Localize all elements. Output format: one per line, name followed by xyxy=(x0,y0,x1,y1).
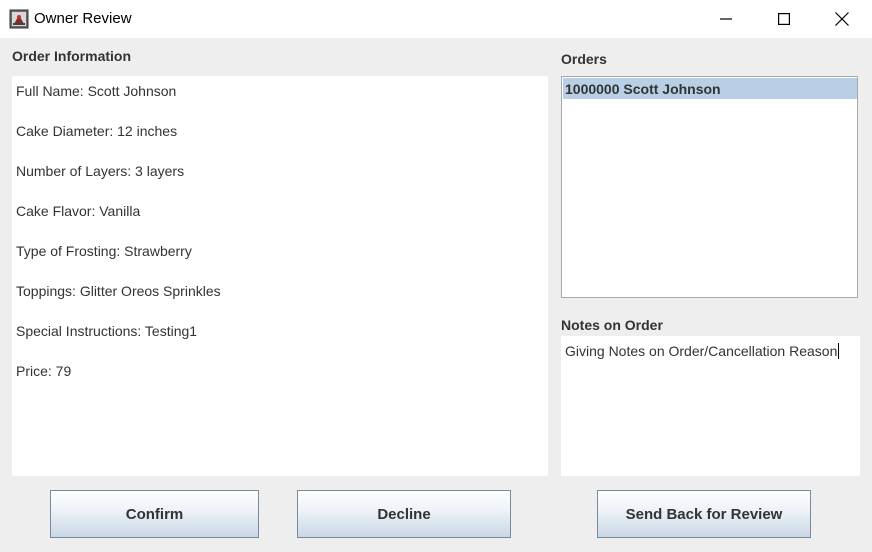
send-back-for-review-button[interactable]: Send Back for Review xyxy=(597,490,811,538)
order-list-item[interactable]: 1000000 Scott Johnson xyxy=(563,78,857,99)
order-information-panel: Full Name: Scott Johnson Cake Diameter: … xyxy=(12,76,548,476)
orders-list[interactable]: 1000000 Scott Johnson xyxy=(561,76,858,298)
info-price: Price: 79 xyxy=(16,363,72,379)
window-title: Owner Review xyxy=(34,10,132,27)
info-cake-diameter: Cake Diameter: 12 inches xyxy=(16,123,178,139)
info-full-name: Full Name: Scott Johnson xyxy=(16,83,177,99)
close-icon xyxy=(835,12,849,26)
close-button[interactable] xyxy=(813,0,871,38)
info-cake-flavor: Cake Flavor: Vanilla xyxy=(16,203,141,219)
notes-textarea[interactable]: Giving Notes on Order/Cancellation Reaso… xyxy=(561,336,860,476)
order-item-label: 1000000 Scott Johnson xyxy=(565,81,721,97)
notes-heading: Notes on Order xyxy=(561,317,663,333)
minimize-button[interactable] xyxy=(697,0,755,38)
notes-value: Giving Notes on Order/Cancellation Reaso… xyxy=(565,343,838,359)
info-frosting: Type of Frosting: Strawberry xyxy=(16,243,192,259)
order-information-heading: Order Information xyxy=(12,48,132,64)
decline-button[interactable]: Decline xyxy=(297,490,511,538)
app-icon xyxy=(9,9,29,29)
confirm-button[interactable]: Confirm xyxy=(50,490,259,538)
maximize-icon xyxy=(778,13,790,25)
info-toppings: Toppings: Glitter Oreos Sprinkles xyxy=(16,283,221,299)
info-number-of-layers: Number of Layers: 3 layers xyxy=(16,163,185,179)
notes-text-wrapper: Giving Notes on Order/Cancellation Reaso… xyxy=(565,343,840,360)
minimize-icon xyxy=(720,18,732,20)
orders-heading: Orders xyxy=(561,51,607,67)
text-caret xyxy=(838,343,840,359)
info-special-instructions: Special Instructions: Testing1 xyxy=(16,323,198,339)
maximize-button[interactable] xyxy=(755,0,813,38)
title-bar: Owner Review xyxy=(0,0,872,38)
